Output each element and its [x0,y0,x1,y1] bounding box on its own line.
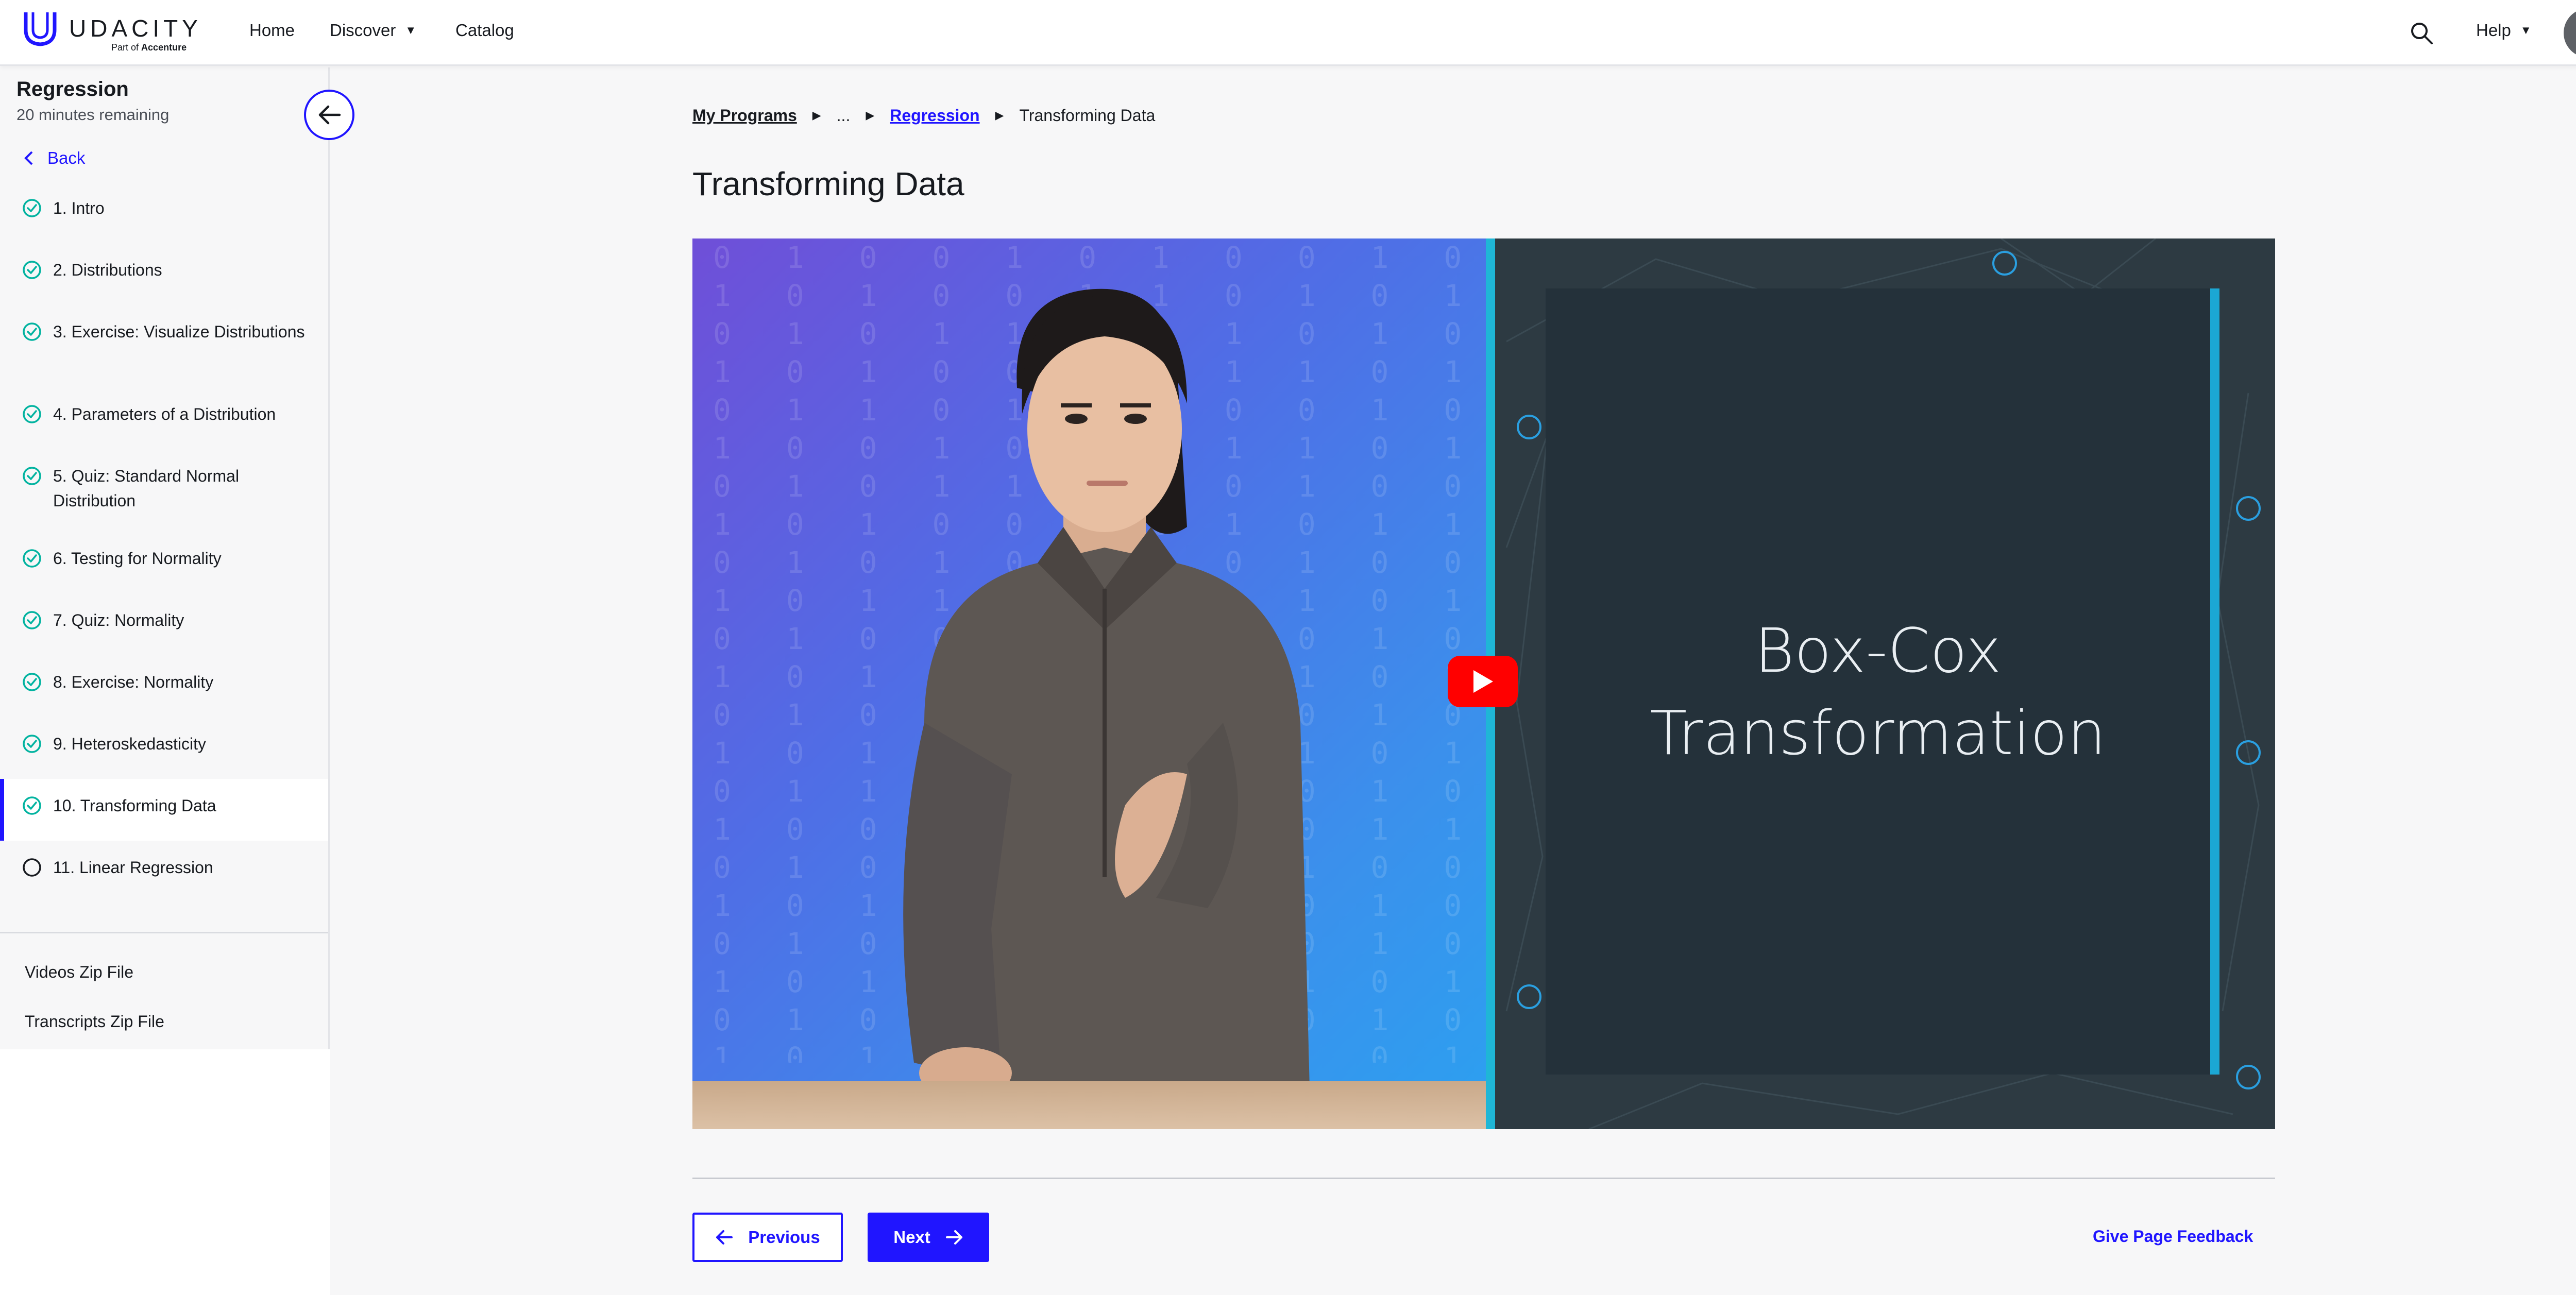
chevron-left-icon [24,151,33,165]
check-circle-icon [23,199,41,217]
arrow-left-icon [318,105,341,125]
lesson-label: 1. Intro [53,199,105,217]
check-circle-icon [23,467,41,485]
nav-home[interactable]: Home [249,21,295,40]
breadcrumb-current: Transforming Data [1019,106,1156,125]
brand-tagline: Part of Accenture [111,42,187,53]
slide-title: Box-Cox Transformation [1546,609,2210,774]
check-circle-icon [23,549,41,568]
lesson-label: 2. Distributions [53,261,162,279]
user-avatar[interactable]: HC [2564,8,2576,58]
give-feedback-link[interactable]: Give Page Feedback [2093,1227,2253,1246]
search-icon[interactable] [2409,21,2434,45]
page-title: Transforming Data [692,165,964,202]
lesson-item[interactable]: 5. Quiz: Standard Normal Distribution [0,449,328,532]
back-link[interactable]: Back [24,148,85,168]
network-node-decoration [2236,740,2261,765]
network-node-decoration [1517,415,1541,439]
network-node-decoration [2236,1065,2261,1089]
check-circle-icon [23,796,41,815]
check-circle-icon [23,261,41,279]
lesson-item[interactable]: 3. Exercise: Visualize Distributions [0,305,328,387]
desk-surface [692,1081,1486,1129]
presenter-illustration [903,288,1311,1129]
transcripts-zip-link[interactable]: Transcripts Zip File [25,1012,164,1031]
nav-catalog[interactable]: Catalog [455,21,514,40]
next-button[interactable]: Next [868,1213,989,1262]
breadcrumb-separator-icon: ▶ [866,109,875,122]
arrow-right-icon [945,1230,962,1245]
check-circle-icon [23,322,41,341]
network-node-decoration [2236,496,2261,521]
check-circle-icon [23,735,41,753]
lesson-label: 3. Exercise: Visualize Distributions [53,322,305,341]
empty-circle-icon [23,858,41,877]
nav-discover[interactable]: Discover ▼ [330,21,416,40]
sidebar-footer-space [0,1049,330,1295]
back-link-label: Back [47,148,86,167]
brand-tagline-company: Accenture [141,42,187,53]
lesson-label: 4. Parameters of a Distribution [53,405,276,423]
video-player[interactable]: 0 1 0 0 1 0 1 0 0 1 0 1 0 0 1 1 0 1 0 0 … [692,238,2275,1129]
network-node-decoration [1517,984,1541,1009]
lesson-label: 11. Linear Regression [53,858,213,877]
brand-name: UDACITY [69,15,202,42]
slide-title-line: Box-Cox [1754,615,2002,686]
lesson-item[interactable]: 6. Testing for Normality [0,532,328,593]
lesson-item[interactable]: 2. Distributions [0,243,328,305]
lesson-item[interactable]: 11. Linear Regression [0,841,328,902]
udacity-logo-icon [24,12,57,46]
video-presenter-background: 0 1 0 0 1 0 1 0 0 1 0 1 0 0 1 1 0 1 0 0 … [692,238,1486,1129]
nav-catalog-label: Catalog [455,21,514,40]
top-navigation: UDACITY Part of Accenture Home Discover … [0,0,2576,66]
lesson-label: 5. Quiz: Standard Normal Distribution [53,467,240,510]
brand-tagline-prefix: Part of [111,42,139,53]
arrow-left-icon [716,1230,733,1245]
slide-accent-bar [2210,288,2219,1075]
collapse-sidebar-button[interactable] [304,90,354,140]
content-divider [692,1178,2275,1179]
breadcrumb-separator-icon: ▶ [995,109,1004,122]
breadcrumb: My Programs ▶ ... ▶ Regression ▶ Transfo… [692,104,1155,127]
lesson-item[interactable]: 10. Transforming Data [0,779,328,841]
play-icon [1473,670,1493,693]
lesson-label: 6. Testing for Normality [53,549,222,568]
lesson-item[interactable]: 1. Intro [0,181,328,243]
lesson-label: 10. Transforming Data [53,796,216,815]
slide-title-line: Transformation [1650,697,2106,769]
udacity-logo[interactable]: UDACITY Part of Accenture [23,8,208,58]
check-circle-icon [23,673,41,691]
lesson-item[interactable]: 9. Heteroskedasticity [0,717,328,779]
breadcrumb-ellipsis[interactable]: ... [837,106,851,125]
lesson-item[interactable]: 4. Parameters of a Distribution [0,387,328,449]
nav-help-label: Help [2476,21,2511,40]
youtube-play-button[interactable] [1448,656,1518,707]
next-button-label: Next [893,1228,930,1247]
nav-home-label: Home [249,21,295,40]
breadcrumb-regression[interactable]: Regression [890,106,979,125]
time-remaining: 20 minutes remaining [16,106,170,124]
videos-zip-link[interactable]: Videos Zip File [25,963,133,982]
lesson-label: 8. Exercise: Normality [53,673,214,691]
nav-help[interactable]: Help ▼ [2476,21,2532,40]
check-circle-icon [23,405,41,423]
lesson-title: Regression [16,78,129,100]
lesson-item[interactable]: 8. Exercise: Normality [0,655,328,717]
lesson-item[interactable]: 7. Quiz: Normality [0,593,328,655]
lesson-sidebar: Regression 20 minutes remaining Back 1. … [0,67,330,1049]
previous-button-label: Previous [748,1228,820,1247]
nav-discover-label: Discover [330,21,396,40]
lesson-label: 9. Heteroskedasticity [53,735,207,753]
breadcrumb-my-programs[interactable]: My Programs [692,106,797,125]
caret-down-icon: ▼ [2520,24,2532,37]
check-circle-icon [23,611,41,629]
sidebar-divider [0,932,328,933]
lesson-label: 7. Quiz: Normality [53,611,184,629]
network-node-decoration [1992,251,2017,276]
breadcrumb-separator-icon: ▶ [812,109,821,122]
previous-button[interactable]: Previous [692,1213,843,1262]
caret-down-icon: ▼ [405,24,417,37]
